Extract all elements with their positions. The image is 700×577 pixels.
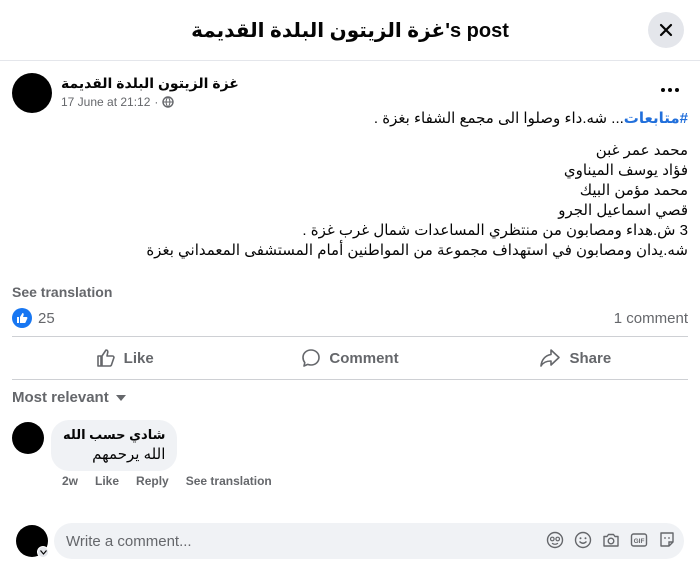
globe-icon — [162, 96, 175, 108]
sticker-icon[interactable] — [658, 531, 676, 549]
names-list: محمد عمر غبن فؤاد يوسف الميناوي محمد مؤم… — [12, 141, 688, 221]
dialog-header: غزة الزيتون البلدة القديمة's post — [0, 0, 700, 61]
post-line-1: 3 ش.هداء ومصابون من منتظري المساعدات شما… — [302, 222, 688, 239]
comment-author[interactable]: شادي حسب الله — [63, 427, 165, 443]
comment-like-button[interactable]: Like — [95, 474, 119, 488]
comment-count[interactable]: 1 comment — [614, 310, 688, 327]
svg-text:GIF: GIF — [634, 538, 645, 545]
comment-button[interactable]: Comment — [237, 337, 462, 379]
avatar-sticker-icon[interactable] — [546, 531, 564, 549]
more-icon — [661, 88, 665, 92]
post-intro-line: #متابعات... شه.داء وصلوا الى مجمع الشفاء… — [12, 109, 688, 129]
profile-switch-button[interactable] — [37, 546, 49, 558]
post-meta: 17 June at 21:12 · — [61, 95, 175, 109]
post-author[interactable]: غزة الزيتون البلدة القديمة — [61, 75, 239, 92]
name-item: فؤاد يوسف الميناوي — [563, 162, 688, 179]
camera-icon[interactable] — [602, 531, 620, 549]
comment-reply-button[interactable]: Reply — [136, 474, 169, 488]
dialog-title: غزة الزيتون البلدة القديمة's post — [191, 20, 509, 42]
like-icon — [12, 308, 32, 328]
emoji-icon[interactable] — [574, 531, 592, 549]
name-item: محمد مؤمن البيك — [579, 182, 688, 199]
comment-composer: GIF — [54, 523, 684, 559]
like-button[interactable]: Like — [12, 337, 237, 379]
comment-icon — [302, 349, 321, 367]
comment-age[interactable]: 2w — [62, 474, 78, 488]
post-body: #متابعات... شه.داء وصلوا الى مجمع الشفاء… — [12, 109, 688, 261]
name-item: محمد عمر غبن — [595, 142, 688, 159]
chevron-down-icon — [115, 394, 126, 401]
thumb-up-icon — [96, 349, 115, 367]
reaction-summary[interactable]: 25 — [12, 308, 55, 328]
comment-filter-label: Most relevant — [12, 389, 109, 406]
like-label: Like — [123, 349, 154, 367]
action-bar: Like Comment Share — [12, 336, 688, 380]
author-avatar[interactable] — [12, 73, 52, 113]
reaction-count: 25 — [38, 309, 55, 327]
close-button[interactable] — [648, 12, 684, 48]
commenter-avatar[interactable] — [12, 422, 44, 454]
comment-text: الله يرحمهم — [92, 446, 166, 463]
share-label: Share — [569, 349, 612, 367]
composer-toolbar: GIF — [546, 531, 676, 549]
comment-input[interactable] — [66, 523, 526, 559]
gif-icon[interactable]: GIF — [630, 531, 648, 549]
hashtag-link[interactable]: #متابعات — [624, 110, 688, 127]
meta-separator: · — [154, 95, 159, 109]
share-icon — [540, 349, 561, 367]
post-timestamp[interactable]: 17 June at 21:12 — [61, 95, 150, 109]
see-translation-link[interactable]: See translation — [12, 284, 112, 300]
more-options-button[interactable] — [658, 80, 682, 100]
post-intro: ... شه.داء وصلوا الى مجمع الشفاء بغزة . — [373, 110, 624, 127]
comment-label: Comment — [329, 349, 399, 367]
comment-bubble: شادي حسب الله الله يرحمهم — [51, 420, 178, 471]
close-icon — [659, 23, 673, 37]
name-item: قصي اسماعيل الجرو — [558, 202, 688, 219]
comment-see-translation[interactable]: See translation — [186, 474, 272, 488]
chevron-down-icon — [39, 549, 47, 555]
comment-actions: 2w Like Reply See translation — [62, 474, 272, 488]
post-line-2: شه.يدان ومصابون في استهداف مجموعة من الم… — [146, 242, 688, 259]
share-button[interactable]: Share — [463, 337, 688, 379]
comment-filter-dropdown[interactable]: Most relevant — [12, 389, 127, 406]
